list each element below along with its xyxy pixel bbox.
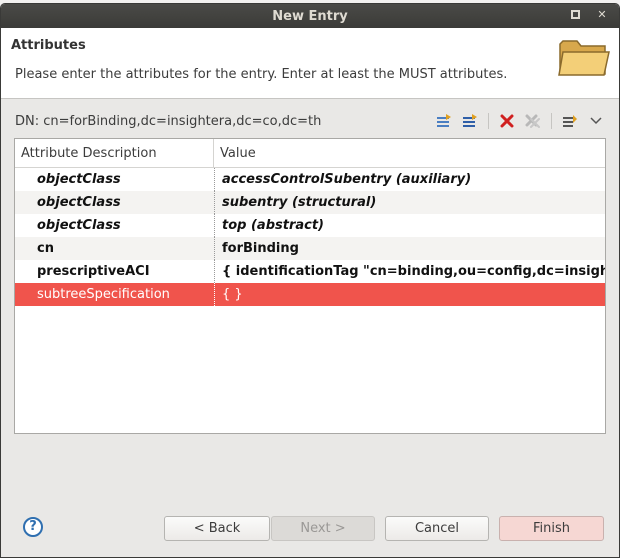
page-title: Attributes (11, 38, 86, 53)
attribute-cell: prescriptiveACI (37, 264, 150, 279)
maximize-button[interactable] (571, 8, 585, 22)
value-cell[interactable]: subentry (structural) (214, 191, 605, 214)
table-row[interactable]: prescriptiveACI { identificationTag "cn=… (15, 260, 605, 283)
sort-icon (563, 115, 577, 127)
title-bar[interactable]: New Entry ✕ (1, 4, 619, 28)
new-entry-dialog: New Entry ✕ Attributes Please enter the … (0, 3, 620, 558)
toolbar-separator (551, 113, 552, 129)
dn-label: DN: cn=forBinding,dc=insightera,dc=co,dc… (15, 114, 322, 129)
view-menu-button[interactable] (586, 111, 606, 131)
value-cell[interactable]: { identificationTag "cn=binding,ou=confi… (214, 260, 605, 283)
attribute-cell: objectClass (37, 195, 121, 210)
attribute-cell: objectClass (37, 218, 121, 233)
new-value-button[interactable] (460, 111, 480, 131)
close-button[interactable]: ✕ (595, 8, 609, 22)
attribute-toolbar (434, 111, 606, 131)
attributes-table[interactable]: Attribute Description Value objectClass … (14, 138, 606, 434)
next-button[interactable]: Next > (271, 516, 375, 541)
column-header-attribute[interactable]: Attribute Description (15, 139, 214, 167)
attribute-cell: subtreeSpecification (37, 287, 170, 302)
wizard-header: Attributes Please enter the attributes f… (1, 28, 619, 99)
table-header: Attribute Description Value (15, 139, 605, 168)
sort-button[interactable] (560, 111, 580, 131)
maximize-icon (571, 10, 580, 19)
folder-icon (558, 40, 610, 76)
new-attribute-icon (437, 114, 451, 127)
table-row[interactable]: cn forBinding (15, 237, 605, 260)
delete-all-icon (525, 114, 540, 128)
help-button[interactable]: ? (23, 517, 43, 537)
new-attribute-button[interactable] (434, 111, 454, 131)
cancel-button[interactable]: Cancel (385, 516, 489, 541)
table-row-selected[interactable]: subtreeSpecification { } (15, 283, 605, 306)
attribute-cell: objectClass (37, 172, 121, 187)
value-cell[interactable]: { } (214, 283, 605, 306)
help-icon: ? (29, 519, 37, 534)
delete-button[interactable] (497, 111, 517, 131)
new-value-icon (463, 114, 477, 127)
toolbar-separator (488, 113, 489, 129)
close-icon: ✕ (597, 8, 607, 21)
table-row[interactable]: objectClass top (abstract) (15, 214, 605, 237)
column-header-value[interactable]: Value (214, 139, 605, 167)
value-cell[interactable]: accessControlSubentry (auxiliary) (214, 168, 605, 191)
table-row[interactable]: objectClass accessControlSubentry (auxil… (15, 168, 605, 191)
table-row[interactable]: objectClass subentry (structural) (15, 191, 605, 214)
delete-all-button[interactable] (523, 111, 543, 131)
window-title: New Entry (272, 8, 348, 24)
value-cell[interactable]: top (abstract) (214, 214, 605, 237)
finish-button[interactable]: Finish (499, 516, 604, 541)
back-button[interactable]: < Back (164, 516, 270, 541)
view-menu-icon (590, 117, 602, 125)
attribute-cell: cn (37, 241, 54, 256)
delete-icon (500, 114, 514, 128)
value-cell[interactable]: forBinding (214, 237, 605, 260)
page-description: Please enter the attributes for the entr… (15, 67, 508, 82)
